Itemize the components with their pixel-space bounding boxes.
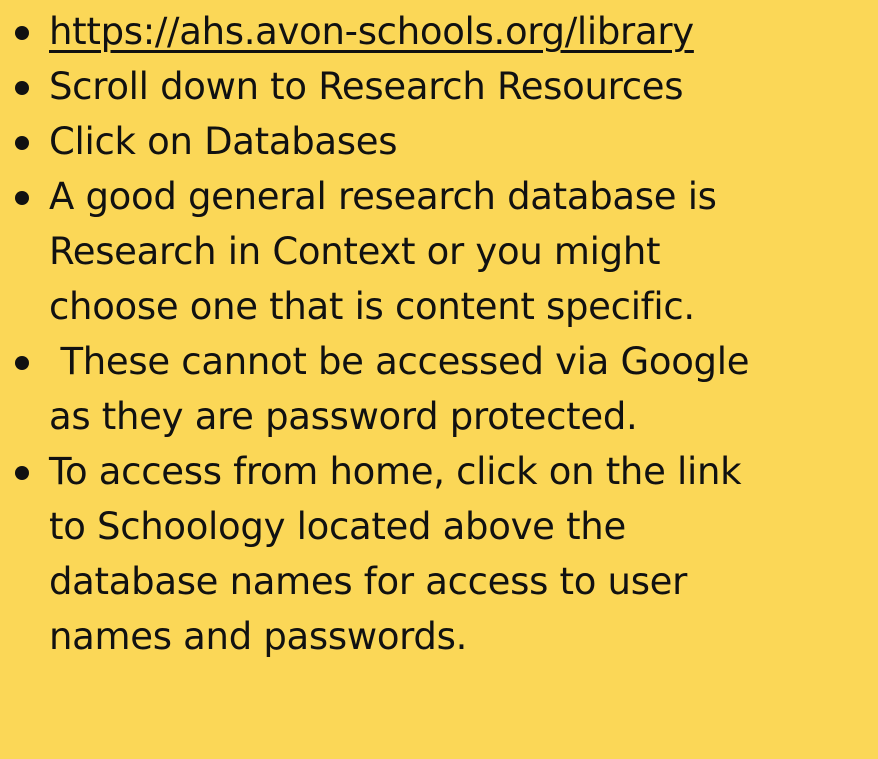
- bullet-dot-icon: [15, 136, 29, 150]
- list-item-general-database: A good general research database is Rese…: [0, 169, 878, 334]
- list-item-text: A good general research database is: [49, 175, 717, 218]
- bullet-dot-icon: [15, 26, 29, 40]
- bullet-dot-icon: [15, 466, 29, 480]
- list-item-text: database names for access to user: [49, 560, 688, 603]
- bullet-dot-icon: [15, 81, 29, 95]
- list-item-text: Scroll down to Research Resources: [49, 65, 684, 108]
- list-item-text: names and passwords.: [49, 615, 468, 658]
- list-item-text: choose one that is content specific.: [49, 285, 695, 328]
- list-item-text: as they are password protected.: [49, 395, 638, 438]
- bullet-dot-icon: [15, 356, 29, 370]
- list-item-password-protected: These cannot be accessed via Google as t…: [0, 334, 878, 444]
- list-item-text: to Schoology located above the: [49, 505, 626, 548]
- list-item-text: Research in Context or you might: [49, 230, 661, 273]
- list-item-text: These cannot be accessed via Google: [49, 340, 750, 383]
- instructions-list: https://ahs.avon-schools.org/library Scr…: [0, 4, 878, 664]
- list-item-scroll-down: Scroll down to Research Resources: [0, 59, 878, 114]
- list-item-library-url: https://ahs.avon-schools.org/library: [0, 4, 878, 59]
- instructions-card: https://ahs.avon-schools.org/library Scr…: [0, 0, 878, 759]
- bullet-dot-icon: [15, 191, 29, 205]
- list-item-text: To access from home, click on the link: [49, 450, 742, 493]
- library-url-link[interactable]: https://ahs.avon-schools.org/library: [49, 4, 878, 59]
- list-item-home-access: To access from home, click on the link t…: [0, 444, 878, 664]
- list-item-click-databases: Click on Databases: [0, 114, 878, 169]
- list-item-text: Click on Databases: [49, 120, 398, 163]
